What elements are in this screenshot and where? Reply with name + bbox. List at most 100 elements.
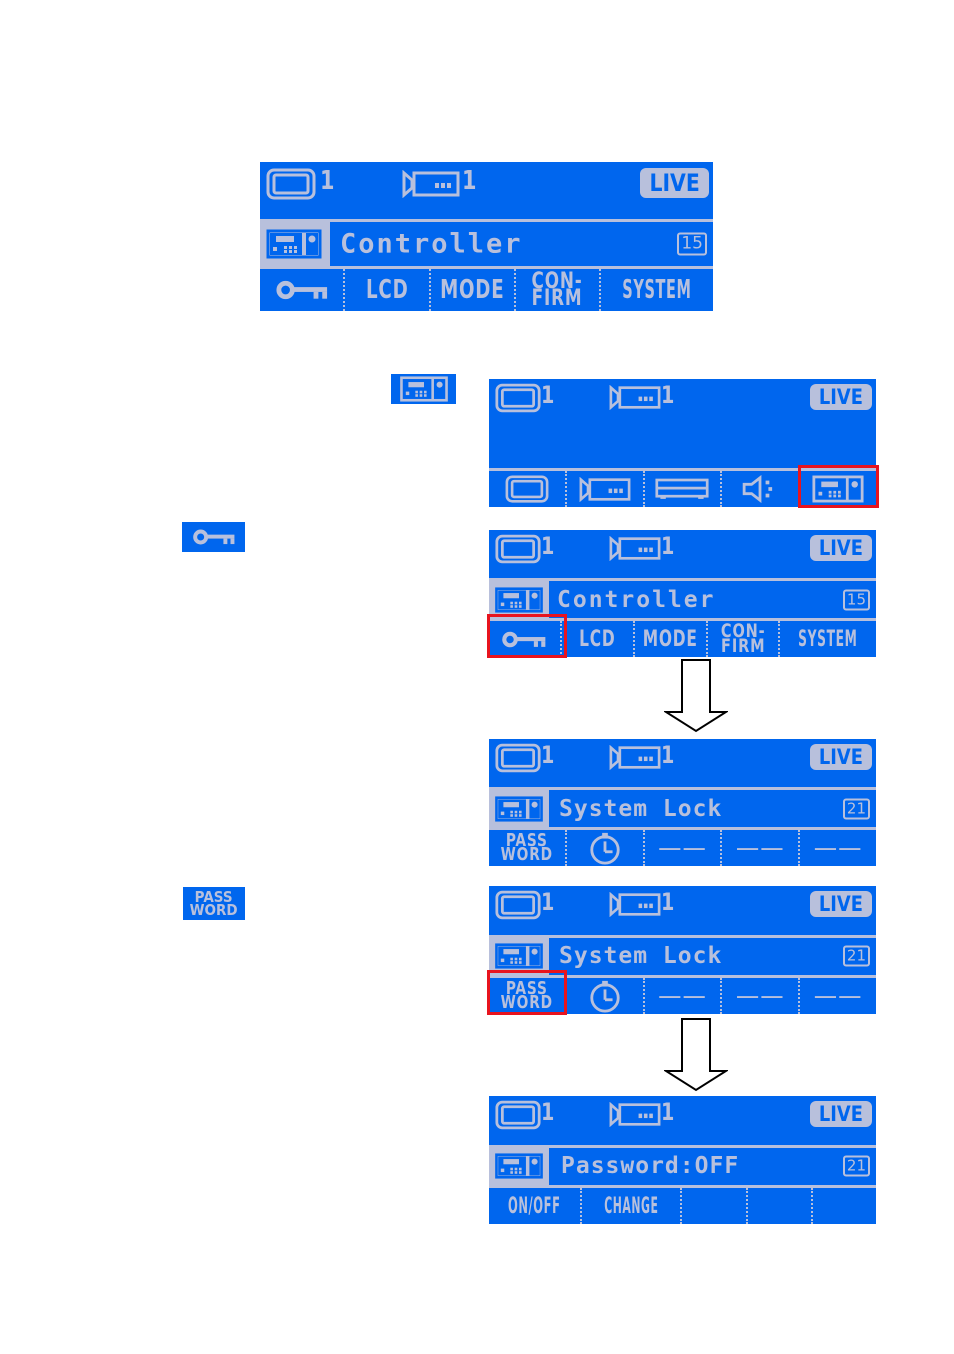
timer-icon (586, 831, 624, 865)
menu-number: 15 (842, 589, 870, 611)
menu-title: Password:OFF (561, 1153, 740, 1180)
menu-title-row: Controller 15 (260, 218, 713, 270)
softkey-empty[interactable]: —— (642, 830, 721, 866)
softkey-speaker[interactable] (720, 471, 798, 507)
softkey-on-off[interactable]: ON/OFF (489, 1188, 580, 1224)
softkey-empty[interactable] (680, 1188, 745, 1224)
status-bar: 1 1 LIVE (260, 162, 713, 219)
camera-icon (609, 536, 661, 561)
lcd-screen-controller-menu: 1 1 LIVE Controller 15 LCD MODE CON- FIRM… (260, 162, 713, 311)
monitor-icon (495, 1100, 541, 1130)
monitor-icon (266, 168, 316, 200)
live-badge: LIVE (810, 744, 872, 770)
softkey-password[interactable]: PASS WORD (489, 830, 565, 866)
controller-tab (489, 790, 549, 828)
softkey-camera[interactable] (564, 471, 643, 507)
highlight-box (798, 465, 879, 508)
live-badge: LIVE (810, 891, 872, 917)
menu-title: System Lock (559, 943, 723, 970)
camera-number: 1 (661, 381, 675, 409)
softkey-empty[interactable]: —— (642, 978, 721, 1014)
status-bar: 1 1 LIVE (489, 1096, 876, 1145)
camera-number: 1 (661, 741, 675, 769)
monitor-icon (495, 743, 541, 773)
monitor-icon (495, 534, 541, 564)
softkey-empty[interactable]: —— (720, 978, 798, 1014)
status-bar: 1 1 LIVE (489, 530, 876, 578)
monitor-number: 1 (541, 741, 555, 769)
menu-title: Controller (557, 586, 716, 613)
live-badge: LIVE (810, 1101, 872, 1127)
lcd-screen-password: 1 1 LIVE Password:OFF 21 ON/OFF CHANGE (489, 1096, 876, 1224)
softkey-recorder[interactable] (642, 471, 721, 507)
softkey-system[interactable]: SYSTEM (599, 269, 713, 311)
softkey-key[interactable] (260, 269, 343, 311)
softkey-monitor[interactable] (489, 471, 565, 507)
monitor-icon (495, 383, 541, 413)
menu-title-row: System Lock 21 (489, 787, 876, 831)
status-bar: 1 1 LIVE (489, 886, 876, 935)
monitor-number: 1 (541, 532, 555, 560)
softkey-timer[interactable] (564, 830, 643, 866)
speaker-icon (741, 475, 779, 503)
highlight-box (487, 970, 567, 1015)
camera-icon (609, 892, 661, 917)
softkey-empty[interactable] (810, 1188, 876, 1224)
softkey-lcd[interactable]: LCD (559, 621, 633, 657)
live-badge: LIVE (810, 535, 872, 561)
live-badge: LIVE (639, 168, 709, 198)
softkey-empty[interactable]: —— (720, 830, 798, 866)
controller-icon (494, 943, 544, 969)
menu-title: Controller (340, 228, 523, 260)
recorder-icon (655, 477, 709, 501)
softkey-system[interactable]: SYSTEM (778, 621, 876, 657)
softkey-bar: ON/OFF CHANGE (489, 1188, 876, 1224)
menu-number: 21 (842, 945, 870, 967)
controller-icon (396, 376, 452, 402)
controller-icon (494, 796, 544, 822)
monitor-number: 1 (541, 381, 555, 409)
controller-tab (489, 581, 549, 619)
menu-number: 15 (677, 232, 707, 256)
highlight-box (487, 614, 567, 658)
camera-icon (579, 477, 631, 502)
camera-number: 1 (462, 166, 477, 196)
controller-tab (260, 221, 330, 267)
menu-title: System Lock (559, 795, 723, 822)
live-badge: LIVE (810, 384, 872, 410)
controller-icon (494, 587, 544, 613)
softkey-empty[interactable] (745, 1188, 811, 1224)
softkey-confirm[interactable]: CON- FIRM (513, 269, 599, 311)
lcd-screen-system-lock: 1 1 LIVE System Lock 21 PASS WORD —— —— —… (489, 739, 876, 866)
password-label: PASS WORD (190, 887, 238, 919)
key-button-icon (182, 522, 245, 552)
camera-icon (402, 170, 460, 198)
camera-number: 1 (661, 1098, 675, 1126)
softkey-bar: LCD MODE CON- FIRM SYSTEM (260, 269, 713, 311)
status-bar: 1 1 LIVE (489, 379, 876, 428)
softkey-empty[interactable]: —— (798, 978, 876, 1014)
key-icon (192, 528, 236, 546)
camera-icon (609, 1102, 661, 1127)
down-arrow-icon (664, 1018, 728, 1092)
monitor-number: 1 (320, 166, 335, 196)
monitor-icon (495, 890, 541, 920)
menu-number: 21 (842, 1155, 870, 1177)
controller-icon (266, 229, 322, 259)
key-icon (275, 279, 329, 301)
softkey-mode[interactable]: MODE (632, 621, 706, 657)
softkey-timer[interactable] (564, 978, 643, 1014)
camera-number: 1 (661, 532, 675, 560)
password-button-icon: PASS WORD (183, 887, 245, 920)
menu-title-row: Password:OFF 21 (489, 1144, 876, 1189)
softkey-empty[interactable]: —— (798, 830, 876, 866)
softkey-change[interactable]: CHANGE (579, 1188, 681, 1224)
softkey-confirm[interactable]: CON- FIRM (705, 621, 779, 657)
controller-button-icon (391, 374, 456, 404)
controller-tab (489, 1147, 549, 1186)
monitor-number: 1 (541, 888, 555, 916)
status-bar: 1 1 LIVE (489, 739, 876, 787)
softkey-mode[interactable]: MODE (428, 269, 514, 311)
softkey-lcd[interactable]: LCD (343, 269, 428, 311)
softkey-bar: PASS WORD —— —— —— (489, 830, 876, 866)
